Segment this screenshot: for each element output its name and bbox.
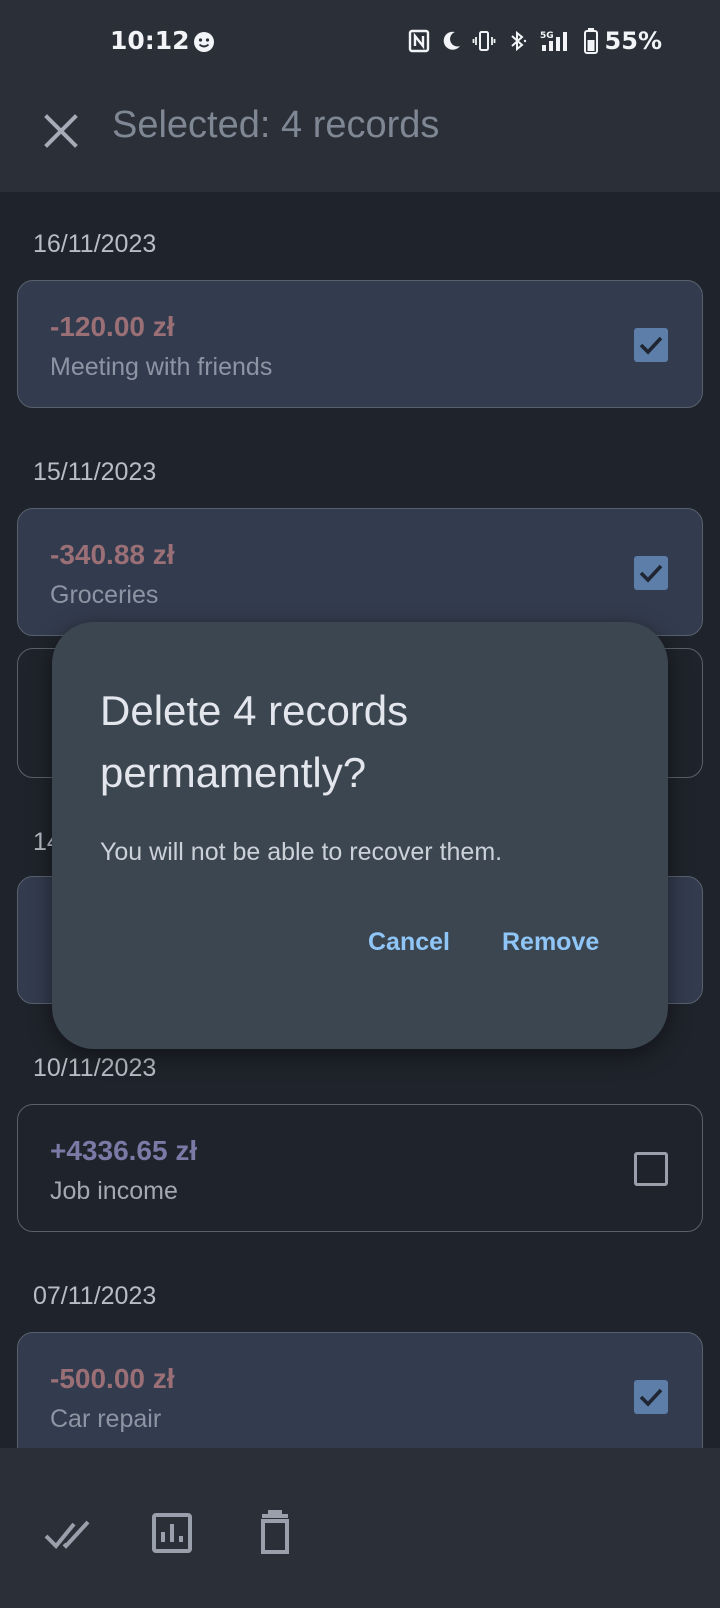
- record-description: Groceries: [50, 581, 159, 609]
- bluetooth-icon: [511, 30, 527, 52]
- screen: 10:12 5G 55% Selected: 4 records 16/11/2…: [0, 0, 720, 1608]
- cancel-button[interactable]: Cancel: [368, 912, 450, 973]
- record-card[interactable]: +4336.65 zł Job income: [17, 1104, 703, 1232]
- record-amount: +4336.65 zł: [50, 1135, 198, 1166]
- record-amount: -500.00 zł: [50, 1363, 175, 1394]
- record-description: Car repair: [50, 1405, 162, 1433]
- signal-5g-icon: 5G: [540, 31, 567, 51]
- remove-button[interactable]: Remove: [502, 912, 599, 973]
- battery-percent: 55%: [604, 27, 662, 55]
- check-icon: [639, 564, 663, 583]
- dialog-title: Delete 4 records permamently?: [100, 687, 409, 796]
- delete-icon[interactable]: [250, 1508, 300, 1558]
- chart-icon[interactable]: [147, 1508, 197, 1558]
- top-app-bar: Selected: 4 records: [0, 84, 720, 192]
- battery-icon: [584, 28, 598, 54]
- dialog-body: You will not be able to recover them.: [100, 838, 503, 866]
- moon-icon: [443, 31, 460, 50]
- close-icon[interactable]: [38, 108, 84, 154]
- check-icon: [639, 1388, 663, 1407]
- record-card[interactable]: -340.88 zł Groceries: [17, 508, 703, 636]
- record-checkbox[interactable]: [634, 556, 668, 590]
- date-header: 07/11/2023: [33, 1282, 157, 1310]
- record-description: Job income: [50, 1177, 178, 1205]
- date-header: 15/11/2023: [33, 458, 157, 486]
- check-icon: [639, 336, 663, 355]
- record-amount: -120.00 zł: [50, 311, 175, 342]
- select-all-icon[interactable]: [44, 1508, 94, 1558]
- face-icon: [194, 32, 214, 52]
- delete-dialog: Delete 4 records permamently? You will n…: [52, 622, 668, 1049]
- record-checkbox[interactable]: [634, 328, 668, 362]
- page-title: Selected: 4 records: [112, 104, 440, 146]
- record-amount: -340.88 zł: [50, 539, 175, 570]
- status-bar: 10:12 5G 55%: [0, 0, 720, 84]
- record-card[interactable]: -120.00 zł Meeting with friends: [17, 280, 703, 408]
- record-checkbox[interactable]: [634, 1152, 668, 1186]
- svg-text:5G: 5G: [540, 31, 554, 41]
- date-header: 16/11/2023: [33, 230, 157, 258]
- vibrate-icon: [472, 31, 496, 51]
- status-time: 10:12: [110, 26, 190, 55]
- bottom-action-bar: [0, 1448, 720, 1608]
- record-checkbox[interactable]: [634, 1380, 668, 1414]
- status-icons: 5G: [408, 28, 598, 54]
- nfc-icon: [408, 29, 430, 53]
- record-description: Meeting with friends: [50, 353, 273, 381]
- date-header: 10/11/2023: [33, 1054, 157, 1082]
